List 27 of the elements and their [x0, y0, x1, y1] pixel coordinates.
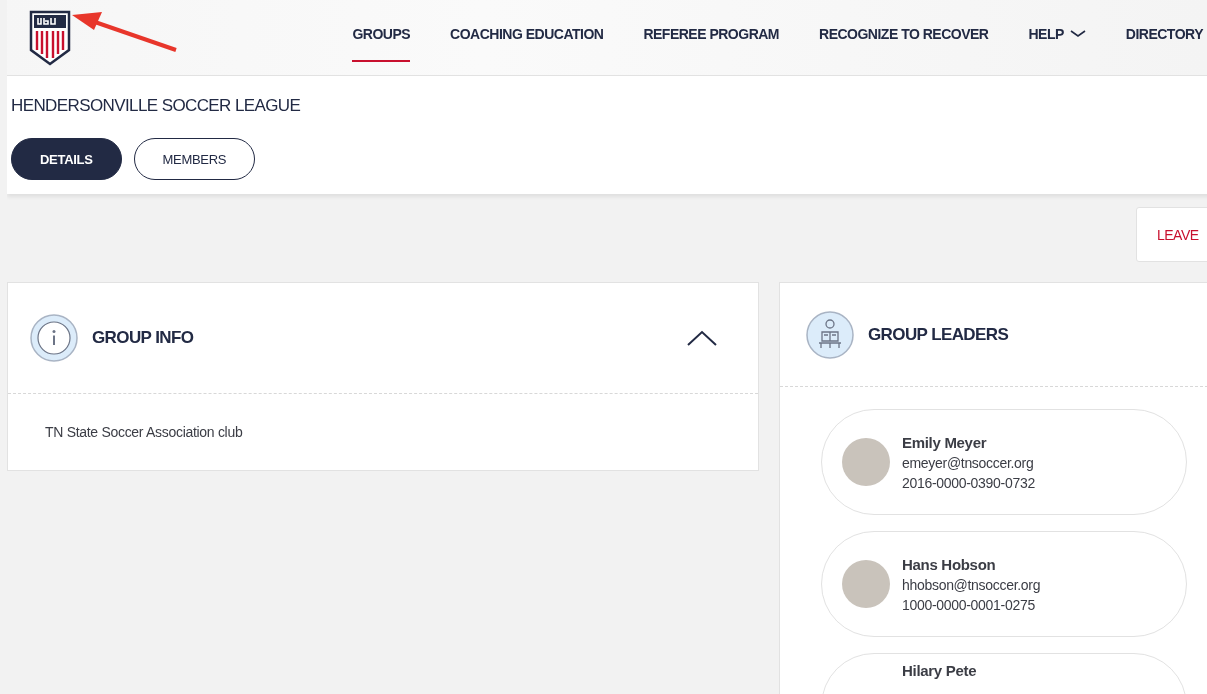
group-description: TN State Soccer Association club — [44, 423, 244, 442]
nav-link[interactable]: COACHING EDUCATION — [450, 7, 604, 62]
leader-id: 1000-0000-0001-0275 — [902, 596, 1036, 613]
leader-email: hhobson@tnsoccer.org — [902, 576, 1041, 593]
info-icon — [30, 314, 78, 362]
avatar-photo — [842, 438, 890, 486]
nav-link[interactable]: GROUPS — [352, 7, 411, 62]
leader-name: Hans Hobson — [902, 555, 997, 573]
leader-name: Emily Meyer — [902, 433, 988, 451]
nav-link[interactable]: DIRECTORY — [1125, 7, 1203, 62]
group-tab[interactable]: DETAILS — [11, 138, 122, 180]
leave-button[interactable]: LEAVE — [1136, 207, 1207, 262]
group-title: HENDERSONVILLE SOCCER LEAGUE — [11, 95, 302, 117]
nav-link[interactable]: REFEREE PROGRAM — [643, 7, 780, 62]
group-leaders-title: GROUP LEADERS — [868, 324, 1009, 345]
nav-link[interactable]: RECOGNIZE TO RECOVER — [819, 7, 989, 62]
avatar-photo — [842, 560, 890, 608]
chevron-up-icon[interactable] — [686, 329, 718, 347]
chevron-down-icon — [1069, 29, 1086, 38]
leader-name: Hilary Pete — [902, 662, 977, 679]
leader-id: 2016-0000-0390-0732 — [902, 474, 1035, 491]
shield-logo-icon[interactable] — [29, 10, 71, 66]
group-info-title: GROUP INFO — [92, 328, 194, 348]
presenter-icon — [806, 310, 854, 359]
leader-email: emeyer@tnsoccer.org — [902, 454, 1035, 471]
nav-link[interactable]: HELP — [1028, 7, 1086, 62]
group-tab[interactable]: MEMBERS — [133, 138, 256, 180]
